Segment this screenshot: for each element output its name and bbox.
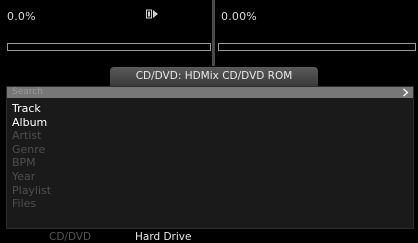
category-item-genre[interactable]: Genre <box>12 143 51 157</box>
deck-right: 0.00% <box>215 0 418 66</box>
tab-cd-dvd[interactable]: CD/DVD <box>49 231 91 243</box>
deck-left-progress[interactable] <box>7 43 211 51</box>
category-item-artist[interactable]: Artist <box>12 129 51 143</box>
source-title-tab[interactable]: CD/DVD: HDMix CD/DVD ROM <box>110 67 318 86</box>
source-tabs: CD/DVD Hard Drive <box>0 229 418 243</box>
play-icon[interactable] <box>146 9 158 19</box>
search-bar[interactable] <box>7 87 413 98</box>
tab-hard-drive[interactable]: Hard Drive <box>135 231 191 243</box>
deck-left-percent: 0.0% <box>7 10 36 23</box>
chevron-right-icon[interactable] <box>402 88 409 97</box>
library-browser: TrackAlbumArtistGenreBPMYearPlaylistFile… <box>6 86 414 229</box>
search-input[interactable] <box>12 87 392 98</box>
category-item-bpm[interactable]: BPM <box>12 156 51 170</box>
deck-right-percent: 0.00% <box>221 10 257 23</box>
category-item-album[interactable]: Album <box>12 116 51 130</box>
deck-right-progress[interactable] <box>218 43 416 51</box>
category-item-playlist[interactable]: Playlist <box>12 184 51 198</box>
category-item-files[interactable]: Files <box>12 197 51 211</box>
category-item-year[interactable]: Year <box>12 170 51 184</box>
deck-left: 0.0% <box>0 0 212 66</box>
category-item-track[interactable]: Track <box>12 102 51 116</box>
category-list: Track Album Artist Genre BPM Year Playlist File… <box>12 102 51 211</box>
